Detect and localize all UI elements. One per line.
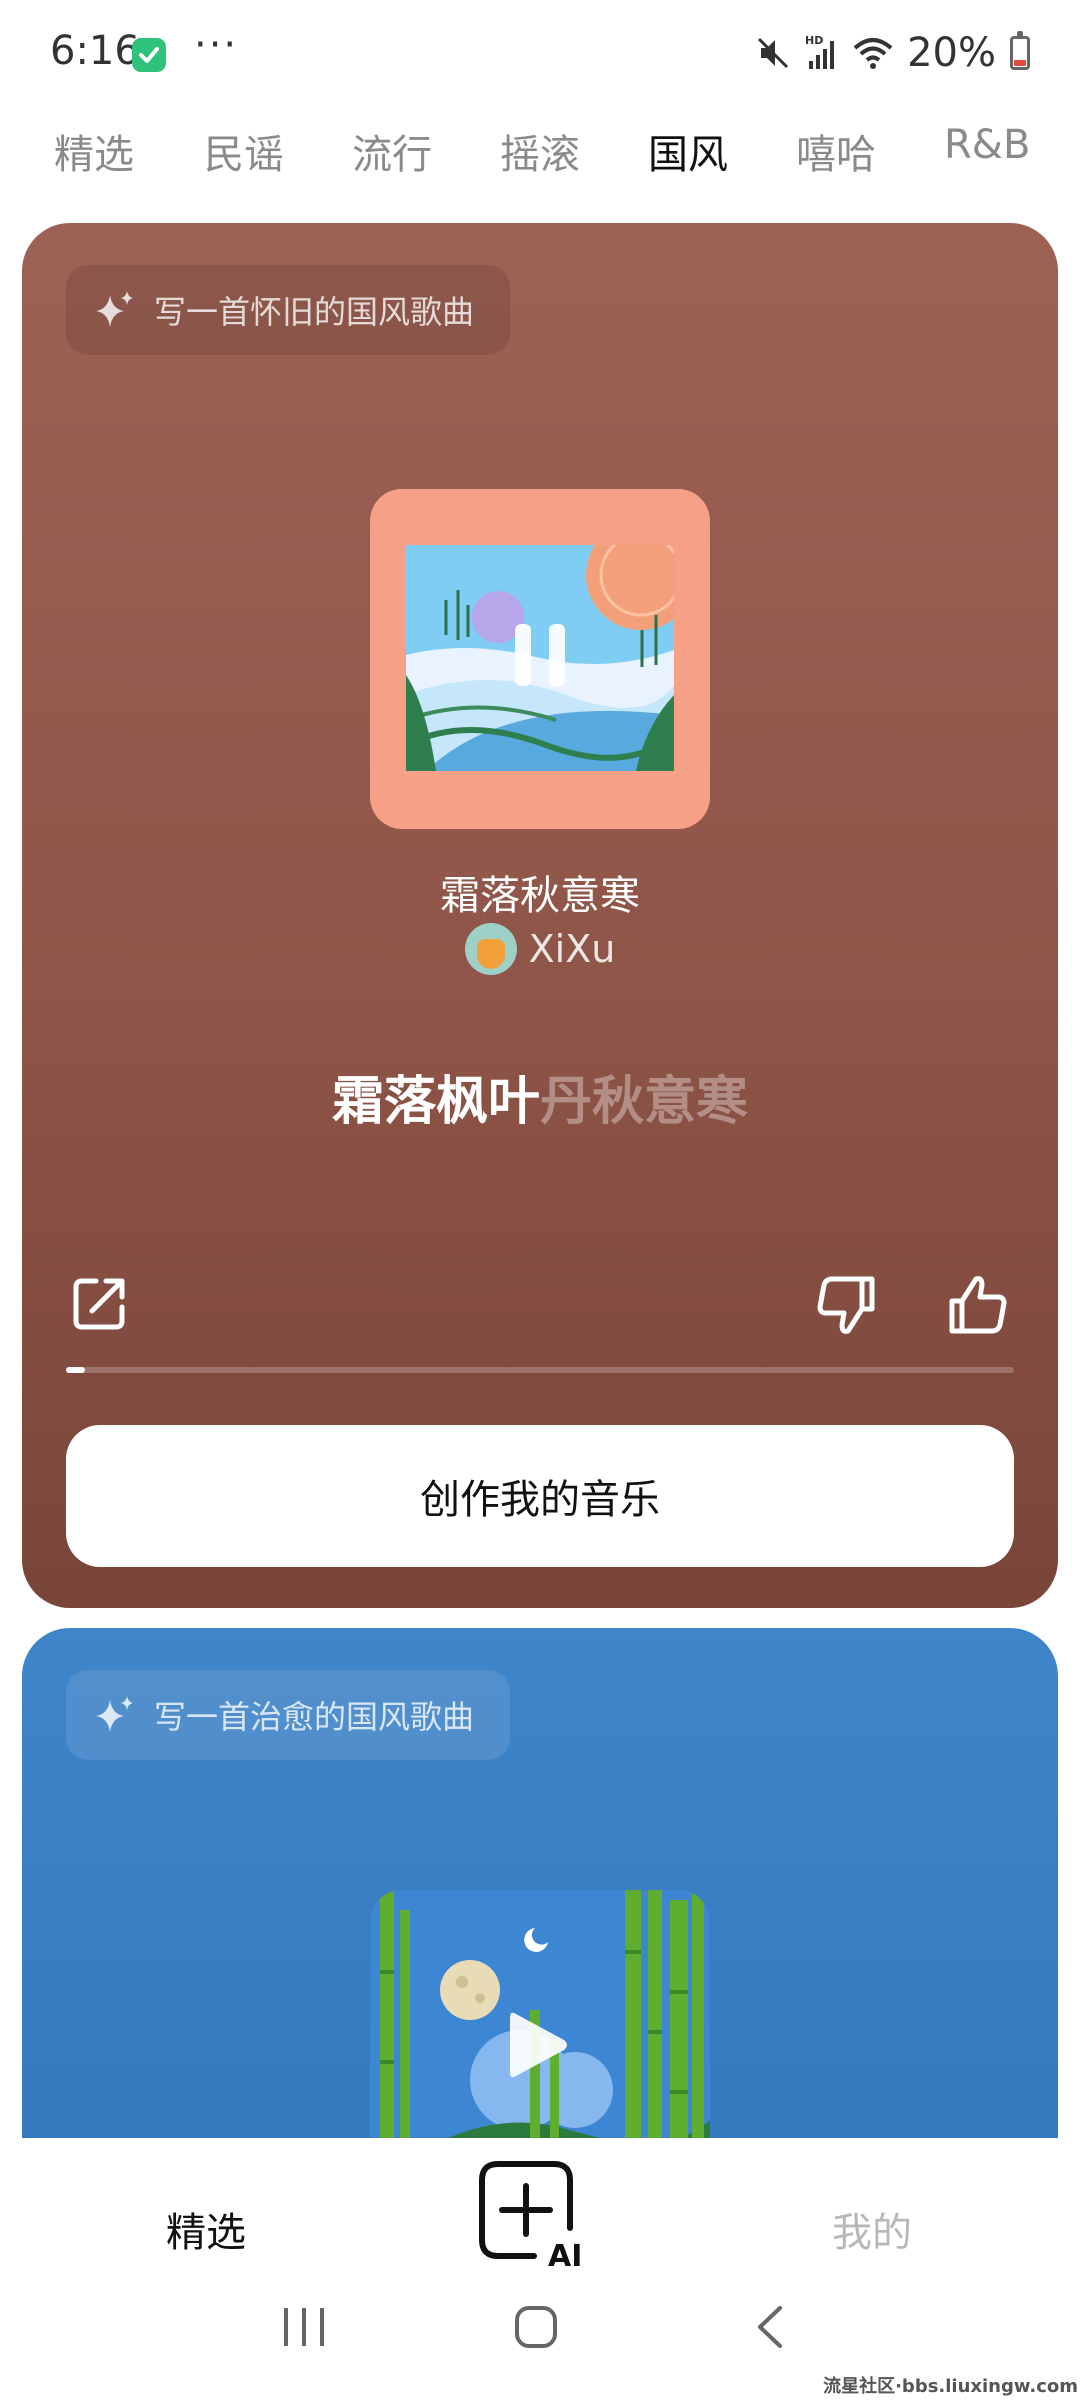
tab-featured[interactable]: 精选 xyxy=(54,122,134,180)
hd-signal-icon: HD xyxy=(805,34,835,69)
prompt-text: 写一首怀旧的国风歌曲 xyxy=(154,293,475,331)
dislike-icon[interactable] xyxy=(814,1273,878,1337)
tab-rnb[interactable]: R&B xyxy=(944,122,1030,168)
more-notifications-icon: ··· xyxy=(194,22,239,68)
sparkle-icon xyxy=(96,1696,133,1732)
mute-icon xyxy=(758,37,789,69)
song-card: 写一首治愈的国风歌曲 xyxy=(22,1628,1058,2148)
tab-pop[interactable]: 流行 xyxy=(352,122,432,180)
tab-folk[interactable]: 民谣 xyxy=(204,122,284,180)
lyric-line: 霜落枫叶丹秋意寒 xyxy=(22,1059,1058,1134)
status-icons: HD 20% xyxy=(757,28,1030,78)
artist-name: XiXu xyxy=(528,927,616,971)
play-icon[interactable] xyxy=(510,2010,570,2080)
ai-create-icon: AI xyxy=(479,2161,582,2274)
battery-icon xyxy=(1010,31,1030,70)
svg-text:HD: HD xyxy=(805,34,823,47)
album-cover[interactable] xyxy=(370,489,710,829)
app-notification-icon xyxy=(132,38,166,72)
sparkle-icon xyxy=(96,291,133,327)
genre-tabs: 精选 民谣 流行 摇滚 国风 嘻哈 R&B xyxy=(0,110,1080,190)
system-navigation-bar xyxy=(0,2288,1080,2378)
artist-row[interactable]: XiXu xyxy=(22,923,1058,975)
like-icon[interactable] xyxy=(946,1273,1010,1337)
tab-guofeng[interactable]: 国风 xyxy=(648,122,728,180)
avatar xyxy=(464,923,517,975)
pause-icon[interactable] xyxy=(515,624,565,686)
progress-bar[interactable] xyxy=(66,1367,1014,1373)
prompt-chip[interactable]: 写一首治愈的国风歌曲 xyxy=(66,1670,510,1760)
avatar-figure xyxy=(476,939,505,969)
progress-fill xyxy=(66,1367,85,1373)
watermark: 流星社区·bbs.liuxingw.com xyxy=(823,2376,1078,2397)
song-title[interactable]: 霜落秋意寒 xyxy=(22,863,1058,921)
wifi-icon xyxy=(853,38,893,69)
prompt-text: 写一首治愈的国风歌曲 xyxy=(154,1698,475,1736)
share-icon[interactable] xyxy=(68,1271,132,1335)
tab-rock[interactable]: 摇滚 xyxy=(500,122,580,180)
lyric-sung: 霜落枫叶 xyxy=(331,1072,540,1132)
ai-badge: AI xyxy=(548,2239,582,2270)
nav-mine[interactable]: 我的 xyxy=(832,2200,912,2258)
prompt-chip[interactable]: 写一首怀旧的国风歌曲 xyxy=(66,265,510,355)
status-time: 6:16 xyxy=(50,28,140,74)
recent-apps-icon[interactable] xyxy=(280,2304,328,2350)
status-bar: 6:16 ··· HD 20% xyxy=(0,0,1080,105)
tab-hiphop[interactable]: 嘻哈 xyxy=(796,122,876,180)
battery-percent: 20% xyxy=(907,30,996,76)
nav-featured[interactable]: 精选 xyxy=(166,2200,246,2258)
lyric-upcoming: 丹秋意寒 xyxy=(540,1072,749,1132)
home-icon[interactable] xyxy=(514,2304,558,2350)
create-my-music-button[interactable]: 创作我的音乐 xyxy=(66,1425,1014,1567)
ai-create-button[interactable]: AI xyxy=(478,2158,606,2274)
battery-level-fill xyxy=(1014,60,1026,66)
back-icon[interactable] xyxy=(752,2304,788,2350)
album-cover[interactable] xyxy=(370,1890,710,2148)
song-card: 写一首怀旧的国风歌曲 霜落秋意寒 XiXu 霜落枫叶丹秋意寒 创作我的音乐 xyxy=(22,223,1058,1608)
